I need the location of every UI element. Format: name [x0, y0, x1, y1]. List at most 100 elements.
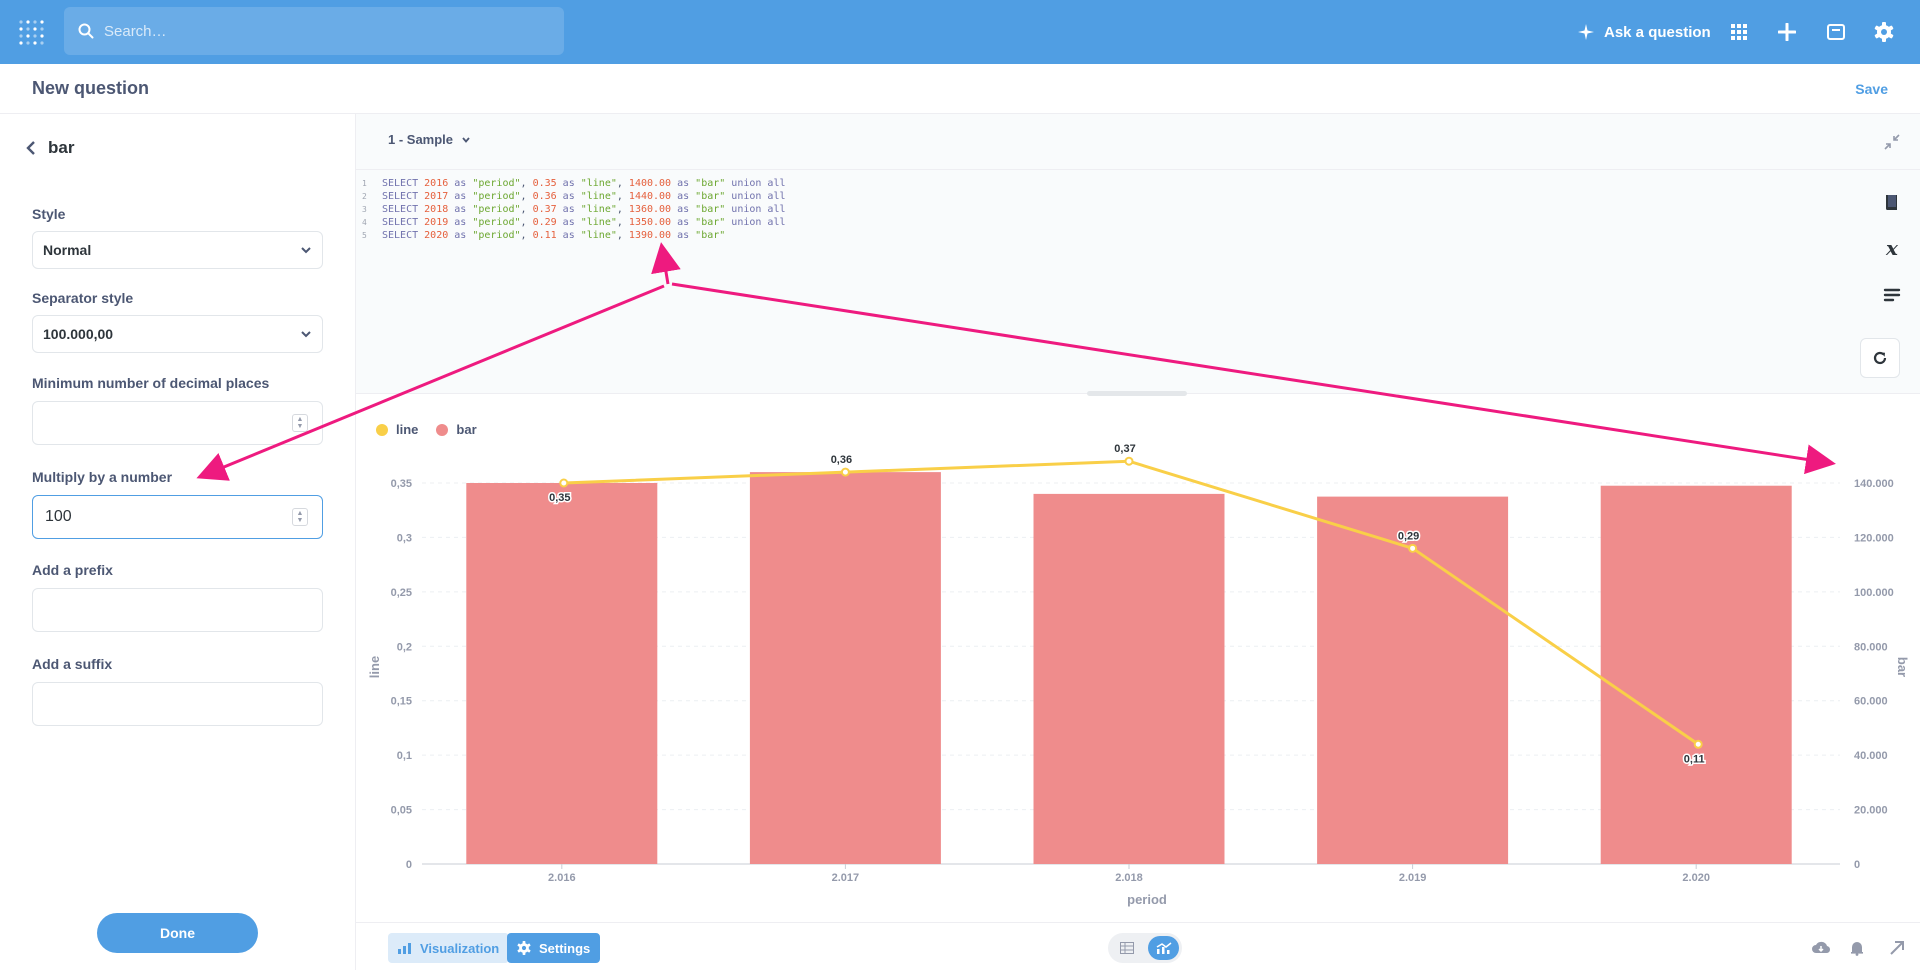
right-tick-label: 140.000	[1854, 478, 1894, 490]
sql-editor: 1 - Sample 1 SELECT 2016 as "period", 0.3…	[356, 114, 1920, 396]
line-data-label: 0,37	[1114, 443, 1135, 455]
right-tick-label: 20.000	[1854, 805, 1888, 817]
y-axis-title-left: line	[367, 656, 382, 678]
line-point	[1693, 739, 1703, 749]
ask-question-button[interactable]: Ask a question	[1578, 20, 1711, 44]
separator-value: 100.000,00	[43, 326, 114, 342]
left-tick-label: 0,15	[391, 696, 412, 708]
line-point	[1124, 456, 1134, 466]
expand-arrow-icon[interactable]	[1886, 937, 1908, 959]
table-view-toggle[interactable]	[1111, 936, 1142, 960]
search-icon	[78, 23, 94, 39]
visualization-button[interactable]: Visualization	[388, 933, 510, 963]
x-tick-label: 2.018	[1115, 872, 1143, 884]
settings-sidebar: bar Style Normal Separator style 100.000…	[0, 114, 356, 970]
bar-2.020	[1600, 485, 1792, 864]
style-value: Normal	[43, 242, 92, 258]
gear-icon	[517, 941, 531, 955]
sql-line: 4 SELECT 2019 as "period", 0.29 as "line"…	[362, 217, 786, 228]
plus-icon[interactable]	[1775, 20, 1799, 44]
browse-data-icon[interactable]	[1727, 20, 1751, 44]
line-point	[559, 478, 569, 488]
visualization-label: Visualization	[420, 940, 500, 956]
right-tick-label: 0	[1854, 859, 1860, 871]
question-header: New question Save	[0, 64, 1920, 114]
bell-icon[interactable]	[1846, 937, 1868, 959]
query-footer: Visualization Settings	[356, 922, 1920, 970]
chevron-down-icon	[301, 247, 311, 254]
database-label: 1 - Sample	[388, 132, 454, 147]
multiply-label: Multiply by a number	[32, 469, 173, 485]
settings-button[interactable]: Settings	[507, 933, 601, 963]
gear-icon[interactable]	[1872, 20, 1896, 44]
left-tick-label: 0,35	[391, 478, 412, 490]
chart-icon	[398, 943, 411, 954]
line-data-label: 0,11	[1684, 753, 1705, 765]
refresh-icon	[1873, 351, 1887, 365]
line-data-label: 0,35	[549, 492, 570, 504]
sql-code[interactable]: 1 SELECT 2016 as "period", 0.35 as "line"…	[362, 177, 786, 242]
bar-2.017	[749, 472, 941, 864]
search-bar[interactable]	[64, 7, 564, 55]
left-tick-label: 0,1	[397, 750, 412, 762]
left-tick-label: 0,05	[391, 805, 412, 817]
x-tick-label: 2.020	[1682, 872, 1710, 884]
sql-line: 2 SELECT 2017 as "period", 0.36 as "line"…	[362, 191, 786, 202]
data-reference-icon[interactable]	[1880, 190, 1904, 214]
suffix-input[interactable]	[32, 682, 323, 726]
prefix-label: Add a prefix	[32, 562, 113, 578]
separator-label: Separator style	[32, 290, 134, 306]
table-icon	[1119, 942, 1134, 954]
snippets-icon[interactable]	[1880, 283, 1904, 307]
line-point	[1408, 543, 1418, 553]
multiply-stepper[interactable]: ▲ ▼	[292, 508, 308, 526]
right-tick-label: 60.000	[1854, 696, 1888, 708]
left-tick-label: 0	[406, 859, 412, 871]
back-button[interactable]: bar	[26, 138, 74, 158]
suffix-label: Add a suffix	[32, 656, 113, 672]
multiply-value: 100	[45, 508, 72, 525]
separator-select[interactable]: 100.000,00	[32, 315, 323, 353]
line-data-label: 0,29	[1398, 530, 1419, 542]
settings-label: Settings	[539, 940, 591, 956]
download-icon[interactable]	[1810, 937, 1832, 959]
ask-question-label: Ask a question	[1604, 23, 1711, 41]
back-label: bar	[48, 138, 75, 157]
run-query-button[interactable]	[1860, 338, 1900, 378]
chart-view-toggle[interactable]	[1148, 936, 1179, 960]
y-axis-title-right: bar	[1895, 657, 1910, 677]
sparkle-icon	[1578, 24, 1594, 40]
decimals-input[interactable]: ▲ ▼	[32, 401, 323, 445]
x-axis-title: period	[1127, 892, 1167, 907]
save-button[interactable]: Save	[1855, 81, 1888, 97]
right-tick-label: 40.000	[1854, 750, 1888, 762]
line-point	[840, 467, 850, 477]
top-navigation: Ask a question	[0, 0, 1920, 64]
style-select[interactable]: Normal	[32, 231, 323, 269]
page-title: New question	[32, 78, 150, 98]
done-button[interactable]: Done	[97, 913, 258, 953]
left-tick-label: 0,25	[391, 587, 412, 599]
prefix-input[interactable]	[32, 588, 323, 632]
x-tick-label: 2.016	[548, 872, 576, 884]
collapse-editor-icon[interactable]	[1880, 130, 1904, 154]
metabase-logo-icon[interactable]	[18, 19, 46, 45]
decimals-stepper[interactable]: ▲ ▼	[292, 414, 308, 432]
sql-editor-icon[interactable]	[1824, 20, 1848, 44]
multiply-input[interactable]: 100 ▲ ▼	[32, 495, 323, 539]
right-tick-label: 100.000	[1854, 587, 1894, 599]
chevron-down-icon	[301, 331, 311, 338]
variables-icon[interactable]: x	[1880, 236, 1904, 260]
x-tick-label: 2.019	[1399, 872, 1427, 884]
right-tick-label: 120.000	[1854, 532, 1894, 544]
right-tick-label: 80.000	[1854, 641, 1888, 653]
chart-area: line bar 0 0,05 0,1 0,15 0,2 0,25 0,3 0,35 0 20.0…	[356, 394, 1920, 922]
sql-line: 1 SELECT 2016 as "period", 0.35 as "line"…	[362, 178, 786, 189]
database-selector[interactable]: 1 - Sample	[388, 132, 471, 147]
search-input[interactable]	[104, 22, 544, 40]
chevron-left-icon	[26, 141, 35, 155]
chevron-down-icon	[462, 136, 470, 143]
decimals-label: Minimum number of decimal places	[32, 375, 270, 391]
line-data-label: 0,36	[831, 454, 852, 466]
left-tick-label: 0,3	[397, 532, 412, 544]
